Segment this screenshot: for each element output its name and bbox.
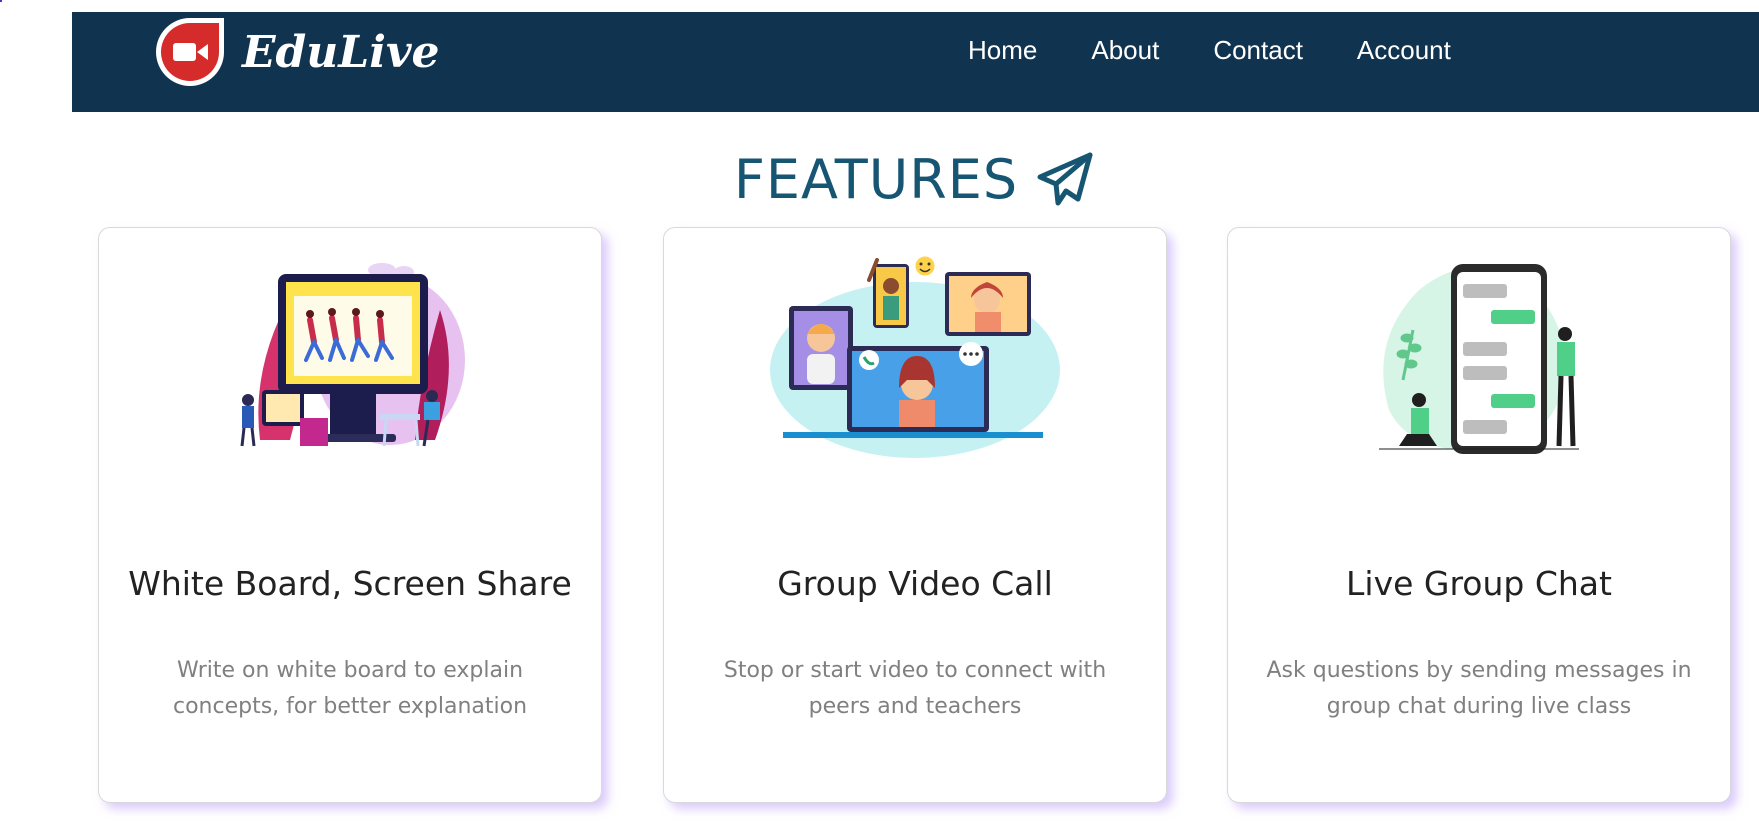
- whiteboard-screen-share-icon: [240, 263, 465, 447]
- feature-title: Group Video Call: [777, 564, 1053, 603]
- whiteboard-illustration: [99, 250, 601, 470]
- features-title: FEATURES: [733, 148, 1019, 211]
- feature-card-video-call: Group Video Call Stop or start video to …: [663, 227, 1167, 803]
- live-group-chat-icon: [1379, 264, 1579, 454]
- nav-links: Home About Contact Account: [968, 34, 1505, 66]
- group-video-call-icon: [770, 253, 1060, 458]
- feature-description: Ask questions by sending messages in gro…: [1266, 658, 1692, 719]
- feature-title: White Board, Screen Share: [128, 564, 572, 603]
- feature-card-group-chat: Live Group Chat Ask questions by sending…: [1227, 227, 1731, 803]
- feature-description: Write on white board to explain concepts…: [172, 658, 528, 719]
- logo[interactable]: EduLive: [152, 14, 440, 90]
- features-heading: FEATURES: [0, 148, 1759, 211]
- group-chat-illustration: [1228, 250, 1730, 470]
- paper-plane-icon: [1037, 152, 1093, 205]
- brand-name: EduLive: [242, 26, 440, 78]
- nav-link-contact[interactable]: Contact: [1213, 34, 1303, 66]
- feature-card-whiteboard: White Board, Screen Share Write on white…: [98, 227, 602, 803]
- video-camera-logo-icon: [156, 18, 224, 86]
- feature-description: Stop or start video to connect with peer…: [723, 658, 1107, 719]
- nav-link-account[interactable]: Account: [1357, 34, 1451, 66]
- video-call-illustration: [664, 250, 1166, 470]
- nav-link-home[interactable]: Home: [968, 34, 1037, 66]
- feature-title: Live Group Chat: [1346, 564, 1612, 603]
- nav-link-about[interactable]: About: [1091, 34, 1159, 66]
- corner-dot: [0, 0, 2, 2]
- navbar: EduLive Home About Contact Account: [72, 12, 1759, 112]
